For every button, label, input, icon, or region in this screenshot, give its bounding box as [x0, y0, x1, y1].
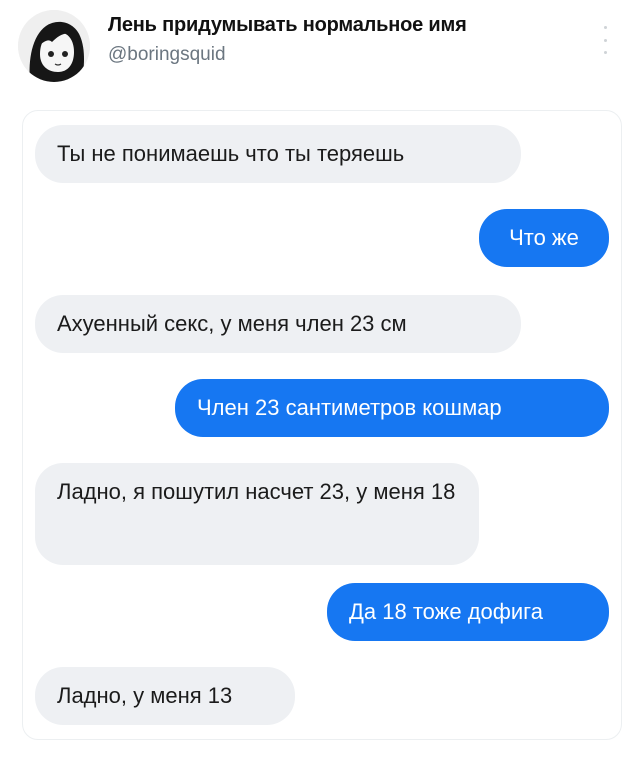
message-outgoing: Что же [479, 209, 609, 267]
user-handle[interactable]: @boringsquid [108, 44, 226, 66]
post-header: Лень придумывать нормальное имя @borings… [0, 0, 640, 96]
message-incoming: Ладно, у меня 13 [35, 667, 295, 725]
message-outgoing: Да 18 тоже дофига [327, 583, 609, 641]
more-options-icon[interactable] [600, 26, 610, 54]
message-incoming: Ахуенный секс, у меня член 23 см [35, 295, 521, 353]
chat-screenshot-card: Ты не понимаешь что ты теряешь Что же Ах… [22, 110, 622, 740]
display-name[interactable]: Лень придумывать нормальное имя [108, 14, 467, 37]
anime-avatar-icon [18, 10, 90, 82]
message-incoming: Ты не понимаешь что ты теряешь [35, 125, 521, 183]
message-incoming: Ладно, я пошутил насчет 23, у меня 18 [35, 463, 479, 565]
message-outgoing: Член 23 сантиметров кошмар [175, 379, 609, 437]
avatar[interactable] [18, 10, 90, 82]
